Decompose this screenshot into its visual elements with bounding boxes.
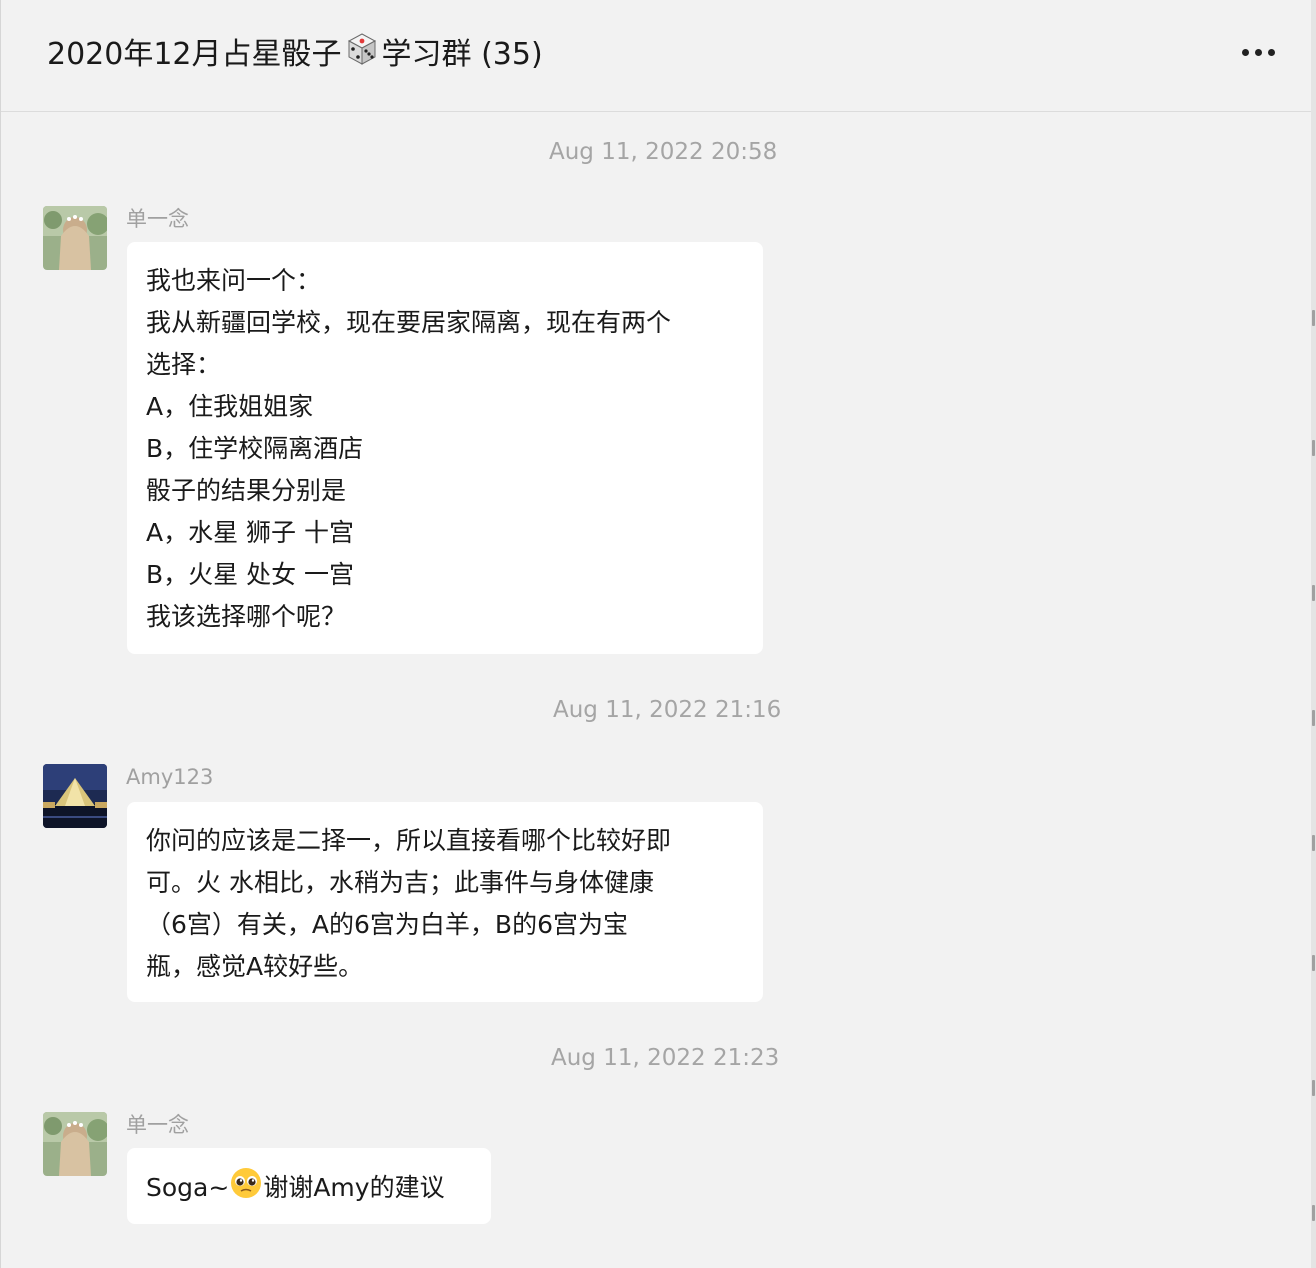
edge-marker bbox=[1312, 310, 1315, 326]
edge-marker bbox=[1312, 955, 1315, 971]
message-line: B，住学校隔离酒店 bbox=[146, 434, 364, 463]
more-options-button[interactable] bbox=[1233, 30, 1283, 74]
dice-icon bbox=[342, 28, 382, 81]
message-line: 瓶，感觉A较好些。 bbox=[146, 952, 364, 981]
edge-marker bbox=[1312, 440, 1315, 456]
message-text: 谢谢Amy的建议 bbox=[263, 1173, 445, 1202]
edge-marker bbox=[1312, 1080, 1315, 1096]
message-timestamp: Aug 11, 2022 21:23 bbox=[551, 1045, 780, 1071]
sender-name: 单一念 bbox=[126, 207, 189, 231]
message-line: 可。火 水相比，水稍为吉；此事件与身体健康 bbox=[146, 868, 654, 897]
edge-marker bbox=[1312, 710, 1315, 726]
edge-marker bbox=[1312, 585, 1315, 601]
avatar[interactable] bbox=[43, 764, 107, 828]
message-line: B，火星 处女 一宫 bbox=[146, 560, 355, 589]
message-bubble[interactable]: 我也来问一个： 我从新疆回学校，现在要居家隔离，现在有两个 选择： A，住我姐姐… bbox=[127, 242, 763, 654]
message-line: 骰子的结果分别是 bbox=[146, 476, 347, 505]
message-line: （6宫）有关，A的6宫为白羊，B的6宫为宝 bbox=[146, 910, 628, 939]
message-line: 你问的应该是二择一，所以直接看哪个比较好即 bbox=[146, 826, 672, 855]
more-dot-icon bbox=[1241, 48, 1249, 56]
message-line: A，水星 狮子 十宫 bbox=[146, 518, 354, 547]
message-text: Soga~ bbox=[146, 1173, 230, 1202]
message-line: 我该选择哪个呢？ bbox=[146, 602, 347, 631]
sender-name: 单一念 bbox=[126, 1113, 189, 1137]
edge-marker bbox=[1312, 835, 1315, 851]
chat-title: 2020年12月占星骰子 学习群 (35) bbox=[47, 28, 543, 81]
message-bubble[interactable]: Soga~ 谢谢Amy的建议 bbox=[127, 1148, 491, 1224]
edge-marker bbox=[1312, 1205, 1315, 1221]
chat-header: 2020年12月占星骰子 学习群 (35) bbox=[1, 0, 1316, 112]
message-line: 我从新疆回学校，现在要居家隔离，现在有两个 bbox=[146, 308, 672, 337]
more-dot-icon bbox=[1254, 48, 1262, 56]
message-timestamp: Aug 11, 2022 20:58 bbox=[549, 139, 778, 165]
chat-window: 2020年12月占星骰子 学习群 (35) Aug 11, 2022 20:58 … bbox=[0, 0, 1316, 1268]
more-dot-icon bbox=[1267, 48, 1275, 56]
avatar[interactable] bbox=[43, 1112, 107, 1176]
message-timestamp: Aug 11, 2022 21:16 bbox=[553, 697, 782, 723]
message-line: 我也来问一个： bbox=[146, 266, 322, 295]
message-line: Soga~ 谢谢Amy的建议 bbox=[146, 1166, 473, 1212]
message-line: A，住我姐姐家 bbox=[146, 392, 314, 421]
chat-title-text-start: 2020年12月占星骰子 bbox=[47, 37, 342, 72]
scrollbar-track[interactable] bbox=[1311, 0, 1316, 1268]
message-bubble[interactable]: 你问的应该是二择一，所以直接看哪个比较好即 可。火 水相比，水稍为吉；此事件与身… bbox=[127, 802, 763, 1002]
pleading-face-icon bbox=[229, 1166, 263, 1212]
chat-title-text-end: 学习群 (35) bbox=[381, 37, 543, 72]
sender-name: Amy123 bbox=[126, 765, 214, 789]
avatar[interactable] bbox=[43, 206, 107, 270]
message-line: 选择： bbox=[146, 350, 222, 379]
